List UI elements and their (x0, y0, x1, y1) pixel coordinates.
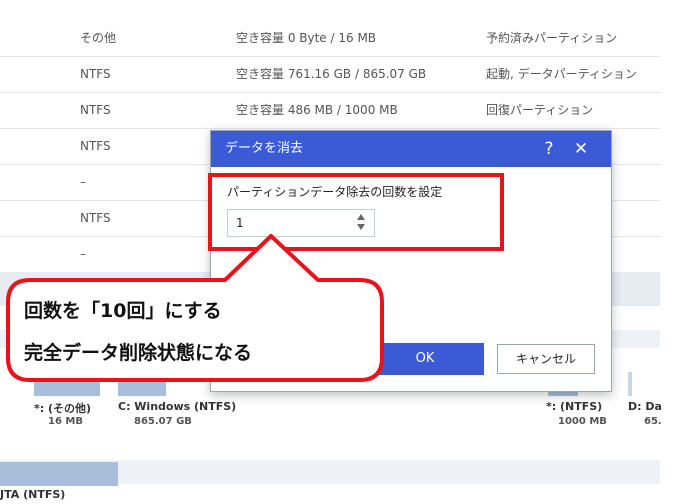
callout-line-1: 回数を「10回」にする (24, 300, 222, 322)
callout-line-2: 完全データ削除状態になる (24, 342, 253, 364)
callout-bubble (6, 234, 384, 382)
